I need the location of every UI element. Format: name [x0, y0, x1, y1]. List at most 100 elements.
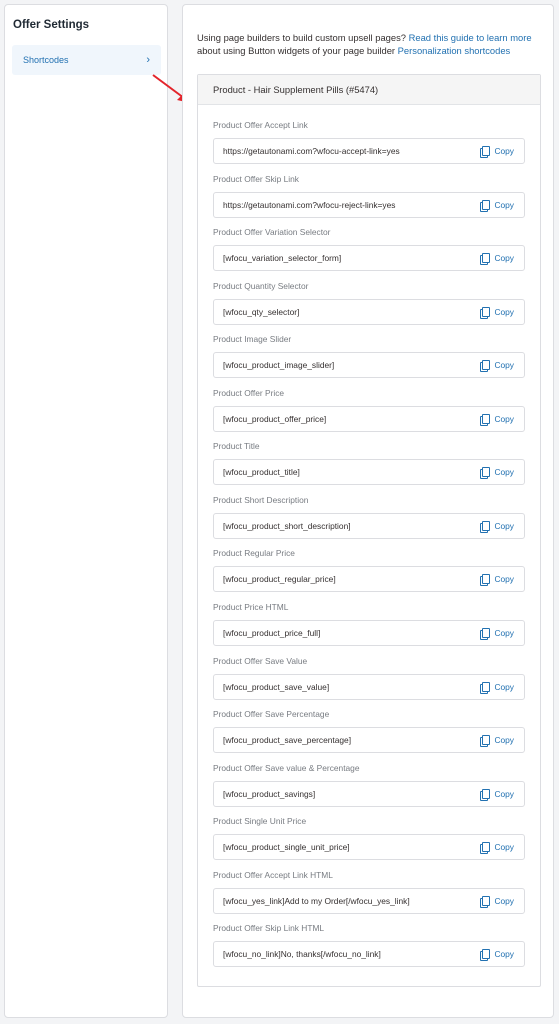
shortcode-value[interactable]: https://getautonami.com?wfocu-accept-lin…: [223, 146, 400, 156]
copy-icon: [480, 146, 491, 158]
shortcode-input[interactable]: https://getautonami.com?wfocu-accept-lin…: [213, 138, 525, 164]
shortcode-input[interactable]: [wfocu_product_save_percentage] Copy: [213, 727, 525, 754]
copy-icon: [480, 842, 491, 855]
personalization-shortcodes-link[interactable]: Personalization shortcodes: [398, 45, 511, 56]
copy-label: Copy: [494, 895, 514, 906]
copy-icon: [480, 627, 491, 640]
copy-button[interactable]: Copy: [480, 306, 514, 319]
shortcode-input[interactable]: [wfocu_product_savings] Copy: [213, 780, 525, 807]
product-header: Product - Hair Supplement Pills (#5474): [198, 75, 540, 105]
shortcode-value[interactable]: [wfocu_product_title]: [223, 467, 300, 477]
shortcode-value[interactable]: [wfocu_product_save_value]: [223, 682, 329, 692]
shortcode-input[interactable]: [wfocu_product_save_value] Copy: [213, 673, 525, 700]
copy-button[interactable]: Copy: [480, 360, 514, 373]
shortcode-input[interactable]: [wfocu_product_image_slider] Copy: [213, 352, 525, 379]
copy-icon: [480, 949, 491, 962]
copy-button[interactable]: Copy: [480, 146, 514, 158]
shortcode-value[interactable]: [wfocu_variation_selector_form]: [223, 253, 341, 263]
sidebar-item-shortcodes[interactable]: Shortcodes ›: [12, 45, 161, 75]
copy-label: Copy: [494, 413, 514, 424]
copy-icon: [480, 520, 491, 533]
shortcode-input[interactable]: [wfocu_yes_link]Add to my Order[/wfocu_y…: [213, 887, 525, 914]
field-label: Product Image Slider: [213, 334, 292, 345]
shortcode-field: Product Image Slider [wfocu_product_image…: [213, 333, 525, 379]
shortcode-input[interactable]: [wfocu_variation_selector_form] Copy: [213, 245, 525, 272]
copy-button[interactable]: Copy: [480, 520, 514, 533]
copy-icon: [480, 467, 491, 480]
field-label: Product Regular Price: [213, 548, 295, 559]
field-label: Product Title: [213, 441, 260, 452]
shortcode-field: Product Single Unit Price [wfocu_product_…: [213, 815, 525, 861]
copy-button[interactable]: Copy: [480, 253, 514, 266]
copy-button[interactable]: Copy: [480, 467, 514, 480]
shortcode-field: Product Offer Variation Selector [wfocu_v…: [213, 226, 525, 272]
shortcode-value[interactable]: [wfocu_yes_link]Add to my Order[/wfocu_y…: [223, 896, 410, 906]
shortcode-value[interactable]: [wfocu_product_savings]: [223, 789, 315, 799]
shortcode-value[interactable]: [wfocu_product_offer_price]: [223, 414, 326, 424]
intro-middle: about using Button widgets of your page …: [197, 44, 396, 56]
copy-button[interactable]: Copy: [480, 735, 514, 748]
shortcode-value[interactable]: [wfocu_qty_selector]: [223, 307, 299, 317]
copy-icon: [480, 253, 491, 266]
shortcode-field: Product Short Description [wfocu_product_…: [213, 494, 525, 539]
copy-button[interactable]: Copy: [480, 681, 514, 694]
field-label: Product Offer Price: [213, 387, 285, 398]
copy-icon: [480, 413, 491, 426]
copy-button[interactable]: Copy: [480, 574, 514, 587]
copy-button[interactable]: Copy: [480, 199, 514, 212]
copy-button[interactable]: Copy: [480, 413, 514, 426]
shortcode-field: Product Offer Save value & Percentage [wf…: [213, 762, 525, 807]
copy-icon: [480, 306, 491, 319]
copy-icon: [480, 681, 491, 694]
shortcode-value[interactable]: [wfocu_product_price_full]: [223, 628, 320, 638]
product-shortcodes-box: Product - Hair Supplement Pills (#5474) …: [197, 74, 541, 987]
shortcode-field: Product Offer Skip Link HTML [wfocu_no_li…: [213, 922, 525, 968]
chevron-right-icon: ›: [146, 53, 150, 66]
copy-icon: [480, 788, 491, 801]
shortcode-input[interactable]: [wfocu_no_link]No, thanks[/wfocu_no_link…: [213, 941, 525, 968]
shortcode-input[interactable]: [wfocu_product_offer_price] Copy: [213, 405, 525, 432]
shortcode-input[interactable]: [wfocu_qty_selector] Copy: [213, 298, 525, 325]
shortcode-input[interactable]: [wfocu_product_price_full] Copy: [213, 619, 525, 646]
copy-label: Copy: [494, 681, 514, 692]
field-label: Product Offer Accept Link HTML: [213, 869, 333, 880]
copy-button[interactable]: Copy: [480, 627, 514, 640]
shortcode-field: Product Offer Accept Link HTML [wfocu_yes…: [213, 869, 525, 914]
copy-label: Copy: [494, 306, 514, 317]
copy-label: Copy: [494, 949, 514, 960]
copy-label: Copy: [494, 627, 514, 638]
intro-text: Using page builders to build custom upse…: [197, 32, 547, 57]
shortcode-input[interactable]: [wfocu_product_short_description] Copy: [213, 512, 525, 539]
copy-label: Copy: [494, 146, 514, 156]
copy-icon: [480, 360, 491, 373]
copy-icon: [480, 895, 491, 908]
shortcode-value[interactable]: [wfocu_product_short_description]: [223, 521, 351, 531]
sidebar: Offer Settings Shortcodes ›: [4, 4, 168, 1018]
copy-icon: [480, 199, 491, 212]
shortcode-input[interactable]: [wfocu_product_single_unit_price] Copy: [213, 834, 525, 861]
shortcode-value[interactable]: https://getautonami.com?wfocu-reject-lin…: [223, 200, 395, 210]
field-label: Product Offer Variation Selector: [213, 227, 331, 238]
shortcode-field: Product Quantity Selector [wfocu_qty_sele…: [213, 280, 525, 325]
copy-label: Copy: [494, 253, 514, 264]
copy-icon: [480, 735, 491, 748]
shortcode-input[interactable]: [wfocu_product_regular_price] Copy: [213, 566, 525, 593]
shortcode-input[interactable]: https://getautonami.com?wfocu-reject-lin…: [213, 191, 525, 218]
sidebar-item-label: Shortcodes: [23, 55, 69, 65]
copy-button[interactable]: Copy: [480, 788, 514, 801]
shortcode-input[interactable]: [wfocu_product_title] Copy: [213, 459, 525, 486]
copy-button[interactable]: Copy: [480, 949, 514, 962]
field-label: Product Short Description: [213, 494, 309, 505]
copy-label: Copy: [494, 467, 514, 478]
copy-button[interactable]: Copy: [480, 842, 514, 855]
shortcode-value[interactable]: [wfocu_no_link]No, thanks[/wfocu_no_link…: [223, 949, 381, 959]
shortcode-value[interactable]: [wfocu_product_image_slider]: [223, 360, 334, 370]
sidebar-title: Offer Settings: [13, 19, 90, 31]
guide-link[interactable]: Read this guide to learn more: [409, 32, 532, 43]
copy-button[interactable]: Copy: [480, 895, 514, 908]
shortcode-value[interactable]: [wfocu_product_regular_price]: [223, 574, 336, 584]
copy-icon: [480, 574, 491, 587]
shortcode-value[interactable]: [wfocu_product_save_percentage]: [223, 735, 351, 745]
copy-label: Copy: [494, 199, 514, 210]
shortcode-value[interactable]: [wfocu_product_single_unit_price]: [223, 842, 350, 852]
